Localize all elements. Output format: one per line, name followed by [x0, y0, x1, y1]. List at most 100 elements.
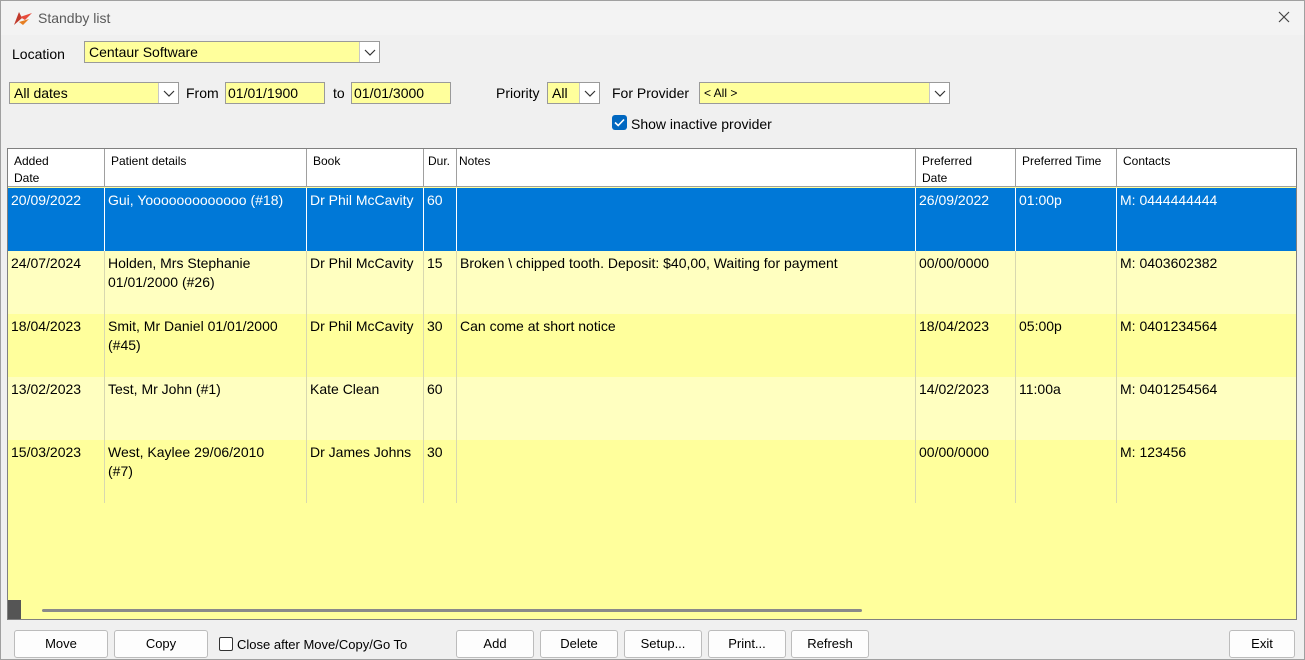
cell-contacts: M: 0403602382: [1120, 255, 1218, 271]
close-after-label[interactable]: Close after Move/Copy/Go To: [237, 637, 407, 652]
cell-patient: West, Kaylee 29/06/2010 (#7): [105, 440, 307, 503]
cell-contacts: M: 0444444444: [1120, 192, 1218, 208]
header-text: Preferred Time: [1022, 154, 1102, 168]
cell-notes: [457, 440, 916, 503]
cell-book: Dr Phil McCavity: [307, 251, 424, 314]
from-date-field[interactable]: 01/01/1900: [225, 82, 325, 104]
cell-contacts: M: 0401234564: [1120, 318, 1218, 334]
location-value: Centaur Software: [89, 44, 198, 60]
window-title: Standby list: [38, 10, 111, 26]
close-icon[interactable]: [1276, 9, 1292, 25]
close-after-checkbox[interactable]: [219, 637, 233, 651]
cell-preferred-date: 26/09/2022: [916, 188, 1016, 251]
copy-button[interactable]: Copy: [114, 630, 208, 658]
title-bar: Standby list: [1, 1, 1304, 35]
app-logo-icon: [14, 12, 32, 25]
to-date-field[interactable]: 01/01/3000: [351, 82, 451, 104]
show-inactive-checkbox[interactable]: [612, 115, 627, 130]
cell-preferred-date: 00/00/0000: [916, 251, 1016, 314]
patient-line: Smit, Mr Daniel 01/01/2000: [108, 318, 278, 334]
cell-book: Dr James Johns: [307, 440, 424, 503]
cell-preferred-time: 05:00p: [1016, 314, 1117, 377]
cell-contacts: M: 123456: [1120, 444, 1187, 460]
cell-duration: 30: [424, 314, 457, 377]
column-header-preferred-date[interactable]: Preferred Date: [916, 149, 1016, 187]
header-text: Book: [313, 154, 341, 168]
checkmark-icon: [614, 118, 625, 127]
header-text: Notes: [459, 154, 491, 168]
column-header-added-date[interactable]: Added Date: [8, 149, 105, 187]
chevron-down-icon[interactable]: [579, 83, 599, 103]
patient-line: 01/01/2000 (#26): [108, 274, 215, 290]
row-indicator: [8, 600, 21, 619]
column-header-preferred-time[interactable]: Preferred Time: [1016, 149, 1117, 187]
cell-patient: Gui, Yooooooooooooo (#18): [105, 188, 307, 251]
cell-book: Kate Clean: [307, 377, 424, 440]
setup-button[interactable]: Setup...: [624, 630, 702, 658]
patient-line: (#45): [108, 337, 141, 353]
standby-table: Added Date Patient details Book Dur. Not…: [7, 148, 1297, 620]
from-label: From: [186, 85, 219, 101]
header-text: Patient details: [111, 154, 187, 168]
move-button[interactable]: Move: [14, 630, 108, 658]
header-text: Added: [14, 154, 49, 168]
header-text: Contacts: [1123, 154, 1171, 168]
exit-button[interactable]: Exit: [1229, 630, 1295, 658]
cell-patient: Holden, Mrs Stephanie 01/01/2000 (#26): [105, 251, 307, 314]
date-range-combo[interactable]: All dates: [9, 82, 179, 104]
chevron-down-icon[interactable]: [359, 42, 379, 62]
column-header-patient[interactable]: Patient details: [105, 149, 307, 187]
refresh-button[interactable]: Refresh: [791, 630, 869, 658]
priority-combo[interactable]: All: [547, 82, 600, 104]
chevron-down-icon[interactable]: [929, 83, 949, 103]
patient-line: Test, Mr John (#1): [108, 381, 221, 397]
column-header-dur[interactable]: Dur.: [424, 149, 457, 187]
show-inactive-label[interactable]: Show inactive provider: [631, 116, 772, 132]
provider-label: For Provider: [612, 85, 690, 101]
horizontal-scrollbar[interactable]: [42, 609, 862, 612]
cell-preferred-date: 18/04/2023: [916, 314, 1016, 377]
table-header: Added Date Patient details Book Dur. Not…: [8, 149, 1296, 187]
patient-line: Holden, Mrs Stephanie: [108, 255, 251, 271]
table-row[interactable]: 24/07/2024 Holden, Mrs Stephanie 01/01/2…: [8, 251, 1296, 314]
cell-duration: 15: [424, 251, 457, 314]
add-button[interactable]: Add: [456, 630, 534, 658]
header-text: Preferred: [922, 154, 973, 168]
date-range-value: All dates: [14, 85, 68, 101]
from-date-value: 01/01/1900: [228, 85, 299, 101]
table-row[interactable]: 18/04/2023 Smit, Mr Daniel 01/01/2000 (#…: [8, 314, 1296, 377]
column-header-book[interactable]: Book: [307, 149, 424, 187]
table-row[interactable]: 20/09/2022 Gui, Yooooooooooooo (#18) Dr …: [8, 188, 1296, 251]
table-row[interactable]: 13/02/2023 Test, Mr John (#1) Kate Clean…: [8, 377, 1296, 440]
cell-contacts: M: 0401254564: [1120, 381, 1218, 397]
to-date-value: 01/01/3000: [354, 85, 425, 101]
cell-preferred-date: 14/02/2023: [916, 377, 1016, 440]
table-row[interactable]: 15/03/2023 West, Kaylee 29/06/2010 (#7) …: [8, 440, 1296, 503]
column-header-contacts[interactable]: Contacts: [1117, 149, 1296, 187]
delete-button[interactable]: Delete: [540, 630, 618, 658]
header-text: Date: [922, 171, 948, 185]
patient-line: (#7): [108, 463, 133, 479]
cell-added-date: 18/04/2023: [8, 314, 105, 377]
cell-patient: Test, Mr John (#1): [105, 377, 307, 440]
patient-line: West, Kaylee 29/06/2010: [108, 444, 265, 460]
patient-line: Gui, Yooooooooooooo (#18): [108, 192, 284, 208]
cell-book: Dr Phil McCavity: [307, 314, 424, 377]
priority-label: Priority: [496, 85, 540, 101]
provider-combo[interactable]: < All >: [699, 82, 950, 104]
cell-notes: Can come at short notice: [457, 314, 916, 377]
cell-notes: Broken \ chipped tooth. Deposit: $40,00,…: [457, 251, 916, 314]
priority-value: All: [552, 85, 568, 101]
cell-notes: [457, 377, 916, 440]
cell-notes: [457, 188, 916, 251]
header-text: Date: [14, 171, 40, 185]
column-header-notes[interactable]: Notes: [457, 149, 916, 187]
location-combo[interactable]: Centaur Software: [84, 41, 380, 63]
cell-book: Dr Phil McCavity: [307, 188, 424, 251]
cell-duration: 60: [424, 188, 457, 251]
print-button[interactable]: Print...: [708, 630, 786, 658]
cell-preferred-time: [1016, 440, 1117, 503]
to-label: to: [333, 85, 345, 101]
cell-added-date: 15/03/2023: [8, 440, 105, 503]
chevron-down-icon[interactable]: [158, 83, 178, 103]
